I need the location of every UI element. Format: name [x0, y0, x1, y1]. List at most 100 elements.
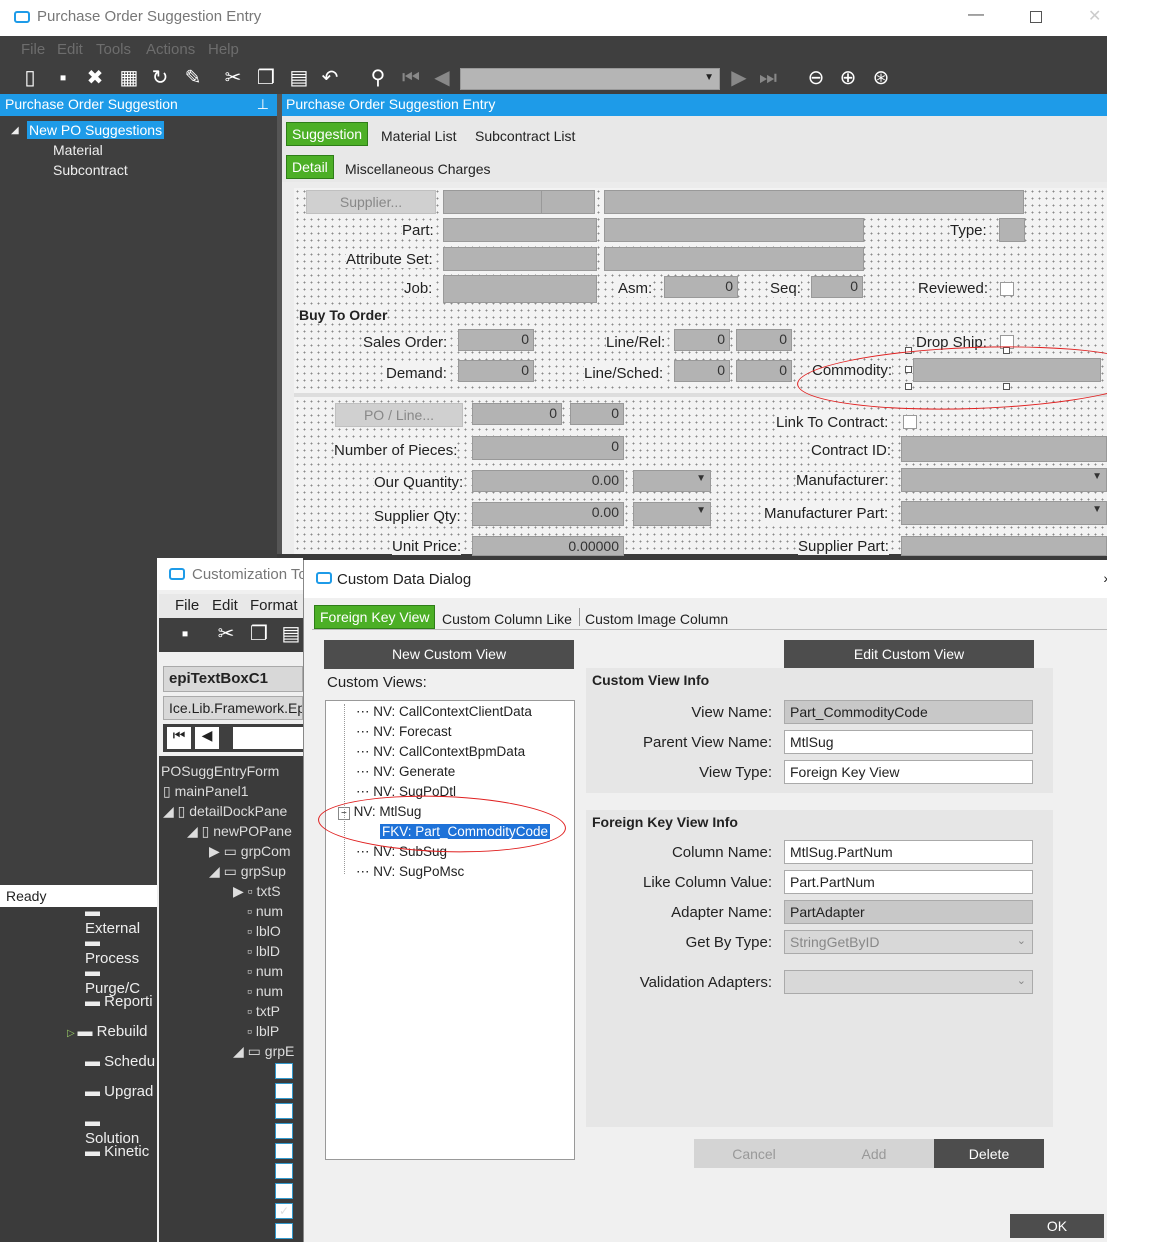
tree-node[interactable]: ▫ lblP: [247, 1023, 279, 1039]
tree-node[interactable]: ▯ mainPanel1: [163, 783, 249, 800]
first-record-icon[interactable]: ⏮: [399, 66, 423, 90]
folder-item[interactable]: ▬ Reporti: [85, 993, 153, 1010]
our-quantity-field[interactable]: 0.00: [472, 470, 624, 492]
get-by-type-dropdown[interactable]: StringGetByID ⌄: [784, 930, 1033, 954]
line-field[interactable]: 0: [674, 329, 730, 351]
adapter-name-field[interactable]: PartAdapter: [784, 900, 1033, 924]
folder-item[interactable]: ▬ Purge/C: [85, 963, 157, 997]
rel-field[interactable]: 0: [736, 329, 792, 351]
delete-button[interactable]: Delete: [934, 1139, 1044, 1168]
folder-item[interactable]: ▬ Schedu: [85, 1053, 155, 1070]
tree-item-material[interactable]: Material: [53, 142, 103, 158]
forward-icon[interactable]: ⊕: [836, 66, 860, 90]
tree-node[interactable]: ▫ num: [247, 983, 283, 999]
checkbox-icon[interactable]: ✓: [275, 1203, 293, 1219]
supplier-code-field[interactable]: [541, 190, 595, 214]
last-record-icon[interactable]: ⏭: [756, 66, 780, 90]
attribute-set-desc-field[interactable]: [604, 247, 864, 271]
supplier-part-dropdown[interactable]: [901, 536, 1107, 556]
menu-help[interactable]: Help: [208, 41, 239, 58]
tree-item-callcontextclientdata[interactable]: ⋯ NV: CallContextClientData: [356, 704, 532, 720]
tree-node[interactable]: ▫ txtP: [247, 1003, 280, 1019]
view-name-field[interactable]: Part_CommodityCode: [784, 700, 1033, 724]
demand-field[interactable]: 0: [458, 360, 534, 382]
new-custom-view-button[interactable]: New Custom View: [324, 640, 574, 669]
cancel-button[interactable]: Cancel: [694, 1139, 814, 1168]
po-line-field[interactable]: 0: [570, 403, 624, 425]
tree-node[interactable]: ◢ ▭ grpE: [233, 1043, 294, 1060]
menu-edit[interactable]: Edit: [212, 597, 238, 614]
supplier-name-field[interactable]: [604, 190, 1024, 214]
menu-edit[interactable]: Edit: [57, 41, 83, 58]
copy-icon[interactable]: ❐: [247, 622, 271, 646]
paste-icon[interactable]: ▤: [279, 622, 303, 646]
type-field[interactable]: [999, 218, 1025, 242]
save-icon[interactable]: ▪: [173, 622, 197, 646]
back-icon[interactable]: ⊖: [804, 66, 828, 90]
tree-node[interactable]: POSuggEntryForm: [161, 763, 279, 779]
prev-record-icon[interactable]: ◀: [195, 727, 219, 749]
tree-item-sugpomsc[interactable]: ⋯ NV: SugPoMsc: [356, 864, 464, 880]
brush-icon[interactable]: ✎: [181, 66, 205, 90]
textbox-icon[interactable]: [275, 1083, 293, 1099]
binoculars-icon[interactable]: ⚲: [366, 66, 390, 90]
seq-field[interactable]: 0: [811, 276, 863, 298]
folder-item[interactable]: ▬ Kinetic: [85, 1143, 149, 1160]
menu-format[interactable]: Format: [250, 597, 298, 614]
menu-file[interactable]: File: [21, 41, 45, 58]
view-type-field[interactable]: Foreign Key View: [784, 760, 1033, 784]
number-of-pieces-field[interactable]: 0: [472, 436, 624, 460]
copy-icon[interactable]: ❐: [254, 66, 278, 90]
textbox-icon[interactable]: [275, 1183, 293, 1199]
parent-view-name-field[interactable]: MtlSug: [784, 730, 1033, 754]
prev-record-icon[interactable]: ◀: [430, 66, 454, 90]
expand-icon[interactable]: ◢: [11, 125, 19, 136]
tab-misc-charges[interactable]: Miscellaneous Charges: [340, 158, 496, 180]
record-input[interactable]: [233, 727, 303, 749]
tree-node[interactable]: ▫ num: [247, 903, 283, 919]
tree-node[interactable]: ▫ lblD: [247, 943, 280, 959]
folder-item[interactable]: ▬ Solution: [85, 1113, 157, 1147]
textbox-icon[interactable]: [275, 1223, 293, 1239]
menu-file[interactable]: File: [175, 597, 199, 614]
next-record-icon[interactable]: ▶: [727, 66, 751, 90]
maximize-button[interactable]: [1030, 11, 1042, 23]
column-name-field[interactable]: MtlSug.PartNum: [784, 840, 1033, 864]
tree-node[interactable]: ▶ ▭ grpCom: [209, 843, 291, 860]
like-column-value-field[interactable]: Part.PartNum: [784, 870, 1033, 894]
supplier-uom-dropdown[interactable]: ▼: [633, 502, 711, 526]
tree-item-generate[interactable]: ⋯ NV: Generate: [356, 764, 455, 780]
menu-actions[interactable]: Actions: [146, 41, 195, 58]
reviewed-checkbox[interactable]: [1000, 282, 1014, 296]
numeric-icon[interactable]: [275, 1123, 293, 1139]
folder-item[interactable]: ▬ External: [85, 903, 157, 937]
po-number-field[interactable]: 0: [472, 403, 562, 425]
part-description-field[interactable]: [604, 218, 864, 242]
pin-icon[interactable]: ⊥: [257, 96, 269, 113]
supplier-qty-field[interactable]: 0.00: [472, 502, 624, 526]
close-button[interactable]: ✕: [1088, 6, 1101, 26]
edit-custom-view-button[interactable]: Edit Custom View: [784, 640, 1034, 669]
add-button[interactable]: Add: [814, 1139, 934, 1168]
tab-foreign-key-view[interactable]: Foreign Key View: [314, 605, 436, 629]
link-to-contract-checkbox[interactable]: [903, 415, 917, 429]
paste-icon[interactable]: ▤: [287, 66, 311, 90]
tree-node[interactable]: ▫ lblO: [247, 923, 281, 939]
tree-item-subcontract[interactable]: Subcontract: [53, 162, 128, 178]
folder-item[interactable]: ▷ ▬ Rebuild: [67, 1023, 148, 1040]
folder-item[interactable]: ▬ Upgrad: [85, 1083, 153, 1100]
sales-order-field[interactable]: 0: [458, 329, 534, 351]
refresh-icon[interactable]: ↻: [148, 66, 172, 90]
tree-node[interactable]: ◢ ▯ newPOPane: [187, 823, 292, 840]
record-selector[interactable]: ▼: [460, 68, 720, 90]
first-record-icon[interactable]: ⏮: [167, 727, 191, 749]
new-icon[interactable]: ▯: [18, 66, 42, 90]
manufacturer-part-dropdown[interactable]: ▼: [901, 501, 1107, 525]
clear-icon[interactable]: ▦: [117, 66, 141, 90]
tab-detail[interactable]: Detail: [286, 155, 334, 179]
tree-node[interactable]: ▶ ▫ txtS: [233, 883, 281, 900]
tree-item-new-po[interactable]: New PO Suggestions: [27, 121, 165, 139]
tree-node[interactable]: ▫ num: [247, 963, 283, 979]
po-line-button[interactable]: PO / Line...: [335, 403, 463, 427]
save-icon[interactable]: ▪: [51, 66, 75, 90]
